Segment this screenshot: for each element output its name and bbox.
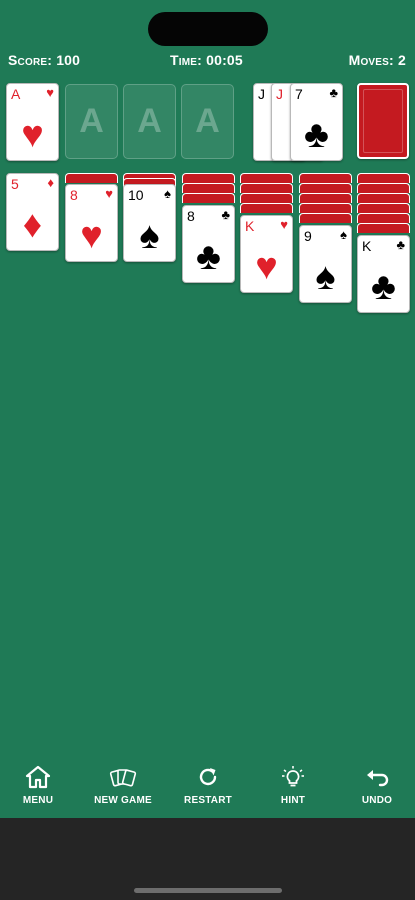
spade-suit-icon: ♠ xyxy=(340,227,347,242)
moves-label: Moves: xyxy=(348,52,394,68)
bottom-toolbar: MENU NEW GAME RESTART HINT UNDO xyxy=(0,760,415,816)
foundation-placeholder: A xyxy=(137,102,162,140)
tableau-card-4[interactable]: 8 ♣ ♣ xyxy=(182,205,235,283)
heart-suit-icon: ♥ xyxy=(105,186,113,201)
lightbulb-icon xyxy=(282,766,304,787)
face-down-card xyxy=(182,173,235,183)
hint-label: HINT xyxy=(280,795,306,806)
face-down-card xyxy=(182,183,235,193)
face-down-card xyxy=(357,223,410,233)
card-rank: J xyxy=(258,86,265,102)
tableau-card-5[interactable]: K ♥ ♥ xyxy=(240,215,293,293)
face-down-card xyxy=(182,193,235,203)
face-down-card xyxy=(240,203,293,213)
face-down-card xyxy=(240,193,293,203)
club-suit-icon: ♣ xyxy=(329,85,338,100)
spade-suit-icon: ♠ xyxy=(164,186,171,201)
face-down-card xyxy=(357,203,410,213)
hint-button[interactable]: HINT xyxy=(255,760,331,806)
restart-button[interactable]: RESTART xyxy=(170,760,246,806)
face-down-card xyxy=(299,213,352,223)
tableau-card-2[interactable]: 8 ♥ ♥ xyxy=(65,184,118,262)
foundation-slot-4[interactable]: A xyxy=(181,84,234,159)
card-rank: K xyxy=(245,218,255,234)
face-down-card xyxy=(299,173,352,183)
score-label: Score: xyxy=(8,52,53,68)
card-rank: J xyxy=(276,86,283,102)
waste-top-card[interactable]: 7 ♣ ♣ xyxy=(290,83,343,161)
face-down-card xyxy=(240,173,293,183)
foundation-placeholder: A xyxy=(195,102,220,140)
card-rank: 9 xyxy=(304,228,312,244)
tableau-card-1[interactable]: 5 ♦ ♦ xyxy=(6,173,59,251)
moves-value: 2 xyxy=(398,52,406,68)
face-down-card xyxy=(240,183,293,193)
tableau-card-6[interactable]: 9 ♠ ♠ xyxy=(299,225,352,303)
face-down-card xyxy=(299,183,352,193)
face-down-card xyxy=(357,183,410,193)
diamond-suit-icon: ♦ xyxy=(47,175,54,190)
restart-icon xyxy=(199,768,217,786)
card-rank: 8 xyxy=(187,208,195,224)
face-down-card xyxy=(357,193,410,203)
moves-display: Moves: 2 xyxy=(349,52,406,68)
tableau-card-3[interactable]: 10 ♠ ♠ xyxy=(123,184,176,262)
face-down-card xyxy=(65,173,118,183)
foundation-hearts-card[interactable]: A ♥ ♥ xyxy=(6,83,59,161)
card-rank: K xyxy=(362,238,372,254)
card-rank: 10 xyxy=(128,187,144,203)
card-rank: 8 xyxy=(70,187,78,203)
stock-pile[interactable] xyxy=(357,83,409,159)
diamond-suit-icon: ♦ xyxy=(22,204,43,246)
face-down-card xyxy=(357,173,410,183)
time-label: Time: xyxy=(170,52,202,68)
club-suit-icon: ♣ xyxy=(396,237,405,252)
spade-suit-icon: ♠ xyxy=(139,215,160,257)
menu-button[interactable]: MENU xyxy=(0,760,76,806)
tableau-card-7[interactable]: K ♣ ♣ xyxy=(357,235,410,313)
cards-icon xyxy=(109,769,137,787)
foundation-placeholder: A xyxy=(79,102,104,140)
heart-suit-icon: ♥ xyxy=(21,114,44,156)
time-display: Time: 00:05 xyxy=(170,52,243,68)
home-icon xyxy=(25,765,51,789)
club-suit-icon: ♣ xyxy=(221,207,230,222)
new-game-label: NEW GAME xyxy=(94,795,152,806)
foundation-slot-2[interactable]: A xyxy=(65,84,118,159)
face-down-card xyxy=(299,203,352,213)
heart-suit-icon: ♥ xyxy=(46,85,54,100)
card-rank: A xyxy=(11,86,21,102)
card-rank: 7 xyxy=(295,86,303,102)
heart-suit-icon: ♥ xyxy=(80,215,103,257)
club-suit-icon: ♣ xyxy=(371,266,396,308)
card-rank: 5 xyxy=(11,176,19,192)
new-game-button[interactable]: NEW GAME xyxy=(85,760,161,806)
score-value: 100 xyxy=(56,52,81,68)
dynamic-island xyxy=(148,12,268,46)
undo-icon xyxy=(367,770,389,787)
face-down-card xyxy=(299,193,352,203)
undo-label: UNDO xyxy=(361,795,393,806)
club-suit-icon: ♣ xyxy=(304,114,329,156)
heart-suit-icon: ♥ xyxy=(280,217,288,232)
score-display: Score: 100 xyxy=(8,52,80,68)
spade-suit-icon: ♠ xyxy=(315,256,336,298)
time-value: 00:05 xyxy=(206,52,243,68)
heart-suit-icon: ♥ xyxy=(255,246,278,288)
home-indicator[interactable] xyxy=(134,888,282,893)
face-down-card xyxy=(357,213,410,223)
restart-label: RESTART xyxy=(184,795,232,806)
club-suit-icon: ♣ xyxy=(196,236,221,278)
undo-button[interactable]: UNDO xyxy=(339,760,415,806)
menu-label: MENU xyxy=(22,795,54,806)
foundation-slot-3[interactable]: A xyxy=(123,84,176,159)
